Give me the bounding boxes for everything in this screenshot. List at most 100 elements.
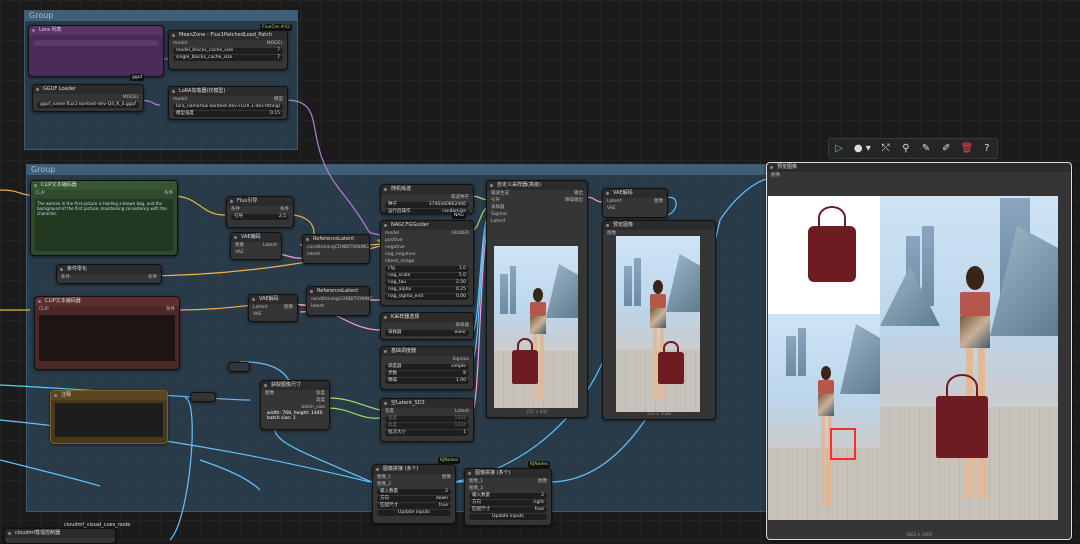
widget-label: 步数	[388, 371, 397, 376]
node-magcache[interactable]: MeanZone - Flux1PatchedLoad_Patch model M…	[168, 30, 288, 70]
update-inputs-button[interactable]: Update inputs	[469, 514, 547, 520]
node-clip-negative[interactable]: CLIP文本编码器 CLIP 条件	[34, 296, 180, 370]
widget-label: 调度器	[388, 364, 402, 369]
bypass-icon[interactable]: ⤲	[880, 143, 892, 155]
widget-value: simple	[451, 364, 466, 369]
notes-textarea[interactable]	[55, 403, 163, 437]
widget-input-count[interactable]: 输入数量 2	[469, 493, 547, 499]
lora-widget[interactable]	[33, 40, 159, 46]
widget-label: 种子	[388, 202, 397, 207]
widget-guidance[interactable]: 引导 2.5	[231, 214, 289, 220]
play-icon[interactable]: ▷	[833, 143, 845, 155]
output-label: GUIDER	[451, 231, 469, 236]
input-label: 条件	[231, 207, 240, 212]
node-vae-encode[interactable]: VAE编码 像素 Latent VAE	[230, 232, 282, 260]
node-io: 条件 条件	[227, 206, 293, 213]
widget-lora-name[interactable]: lora_name flux-kontext-dev-FLUX.1-dev-fit…	[173, 104, 283, 110]
widget-batch[interactable]: 批次大小 1	[385, 430, 469, 436]
widget-scheduler[interactable]: 调度器 simple	[385, 364, 469, 370]
widget-nag-alpha[interactable]: nag_alpha 0.25	[385, 287, 469, 293]
prompt-textarea[interactable]: The woman in the first picture is holdin…	[35, 199, 173, 251]
node-empty-latent[interactable]: 空Latent_SD3 宽度 Latent 宽度 1024 高度 1024 批次大小 1	[380, 398, 474, 442]
node-notes[interactable]: 注释	[50, 390, 168, 444]
node-basic-scheduler[interactable]: 基础调度器 Sigmas 调度器 simple 步数 8 降噪 1.00	[380, 346, 474, 390]
widget-cfg[interactable]: cfg 1.0	[385, 266, 469, 272]
node-reference-latent-1[interactable]: ReferenceLatent conditioning CONDITIONING…	[302, 234, 370, 264]
node-random-noise[interactable]: 随机噪波 噪波种子 种子3746440862406 运行后操作randomize	[380, 184, 474, 215]
widget-model-blocks[interactable]: model_blocks_cache_size 7	[173, 48, 283, 54]
node-io: Latent 图像	[603, 198, 667, 205]
node-title: ReferenceLatent	[307, 287, 369, 296]
node-title: 预览图像	[767, 163, 1071, 172]
prompt-textarea[interactable]	[39, 315, 175, 361]
node-title: 随机噪波	[381, 185, 473, 194]
widget-denoise[interactable]: 降噪 1.00	[385, 378, 469, 384]
node-vae-decode-mid[interactable]: VAE解码 Latent 图像 VAE	[248, 294, 298, 322]
widget-label: nag_sigma_end	[388, 294, 424, 299]
pencil-icon[interactable]: ✐	[940, 143, 952, 155]
widget-label: 高度	[388, 423, 397, 428]
bag-product	[808, 206, 856, 282]
node-title: MeanZone - Flux1PatchedLoad_Patch	[169, 31, 287, 40]
color-circle-icon[interactable]: ● ▾	[853, 143, 871, 155]
output-label: 条件	[148, 275, 157, 280]
input-label: 引导	[491, 198, 500, 203]
node-io: CLIP 条件	[31, 190, 177, 197]
widget-direction[interactable]: 方向 down	[377, 496, 451, 502]
update-inputs-button[interactable]: Update inputs	[377, 510, 451, 516]
input-label: 图像	[771, 173, 780, 178]
node-io: VAE	[603, 205, 667, 212]
node-image-stitch-2[interactable]: 图像拼接 (多个) 图像_1 图像 图像_2 输入数量 2 方向 right 匹配尺寸…	[464, 468, 552, 526]
node-image-stitch-1[interactable]: 图像拼接 (多个) 图像_1 图像 图像_2 输入数量 2 方向 down 匹配尺寸 t…	[372, 464, 456, 524]
input-label: conditioning	[311, 297, 339, 302]
delete-icon[interactable]: 🗑	[961, 143, 974, 155]
widget-match-size[interactable]: 匹配尺寸 true	[469, 507, 547, 513]
node-reference-latent-2[interactable]: ReferenceLatent conditioning CONDITIONING…	[306, 286, 373, 316]
widget-value: 5.0	[458, 273, 466, 278]
widget-input-count[interactable]: 输入数量 2	[377, 489, 451, 495]
node-title: 获取图像尺寸	[261, 381, 329, 390]
highlight-box	[830, 428, 856, 460]
widget-seed[interactable]: 种子 3746440862406	[385, 202, 469, 208]
input-label: 噪波生成	[491, 191, 509, 196]
node-gguf-loader[interactable]: GGUF Loader MODEL gguf_name flux1-kontext…	[32, 84, 144, 112]
node-title: ReferenceLatent	[303, 235, 369, 244]
node-lora-stack[interactable]: Lora 列表	[28, 25, 164, 77]
widget-match-size[interactable]: 匹配尺寸 true	[377, 503, 451, 509]
node-io: 噪波生成 输出	[487, 190, 587, 197]
widget-width[interactable]: 宽度 1024	[385, 416, 469, 422]
node-flux-guidance[interactable]: Flux引导 条件 条件 引导 2.5	[226, 196, 294, 228]
reroute-node[interactable]	[228, 362, 250, 372]
bottom-node-label: cloudmf_visual_cues_node	[64, 522, 131, 528]
widget-value: 2	[445, 489, 448, 494]
node-title: 图像拼接 (多个)	[465, 469, 551, 478]
edit-icon[interactable]: ✎	[920, 143, 932, 155]
widget-nag-sigma-end[interactable]: nag_sigma_end 0.00	[385, 294, 469, 300]
node-io: model MODEL	[169, 40, 287, 47]
widget-height[interactable]: 高度 1024	[385, 423, 469, 429]
node-lora-loader[interactable]: LoRA加载器(仅模型) model 模型 lora_name flux-konte…	[168, 86, 288, 120]
widget-direction[interactable]: 方向 right	[469, 500, 547, 506]
widget-single-blocks[interactable]: single_blocks_cache_size 7	[173, 55, 283, 61]
node-io: model 模型	[169, 96, 287, 103]
node-get-image-size[interactable]: 获取图像尺寸 图像 宽度 高度 batch_size width: 768, he…	[260, 380, 330, 430]
node-ksampler-select[interactable]: K采样器选择 采样器 采样器 euler	[380, 312, 474, 340]
node-nag-guider[interactable]: NAGCFGGuider model GUIDER positive negati…	[380, 220, 474, 306]
widget-steps[interactable]: 步数 8	[385, 371, 469, 377]
node-title: 注释	[51, 391, 167, 400]
widget-sampler[interactable]: 采样器 euler	[385, 330, 469, 336]
widget-gguf-name[interactable]: gguf_name flux1-kontext-dev-Q4_K_S.gguf	[37, 102, 139, 108]
node-vae-decode-right[interactable]: VAE解码 Latent 图像 VAE	[602, 188, 668, 218]
reroute-node[interactable]	[190, 392, 216, 402]
help-icon[interactable]: ?	[981, 143, 993, 155]
widget-value: 7	[277, 55, 280, 60]
widget-nag-tau[interactable]: nag_tau 2.50	[385, 280, 469, 286]
node-cond-zero[interactable]: 条件零化 条件 条件	[56, 264, 162, 284]
pin-icon[interactable]: ⚲	[900, 143, 912, 155]
node-clip-positive[interactable]: CLIP文本编码器 CLIP 条件 The woman in the first …	[30, 180, 178, 256]
widget-value: 1	[463, 430, 466, 435]
widget-label: 引导	[234, 214, 243, 219]
widget-nag-scale[interactable]: nag_scale 5.0	[385, 273, 469, 279]
widget-lora-strength[interactable]: 模型强度 0.15	[173, 111, 283, 117]
widget-value: 7	[277, 48, 280, 53]
